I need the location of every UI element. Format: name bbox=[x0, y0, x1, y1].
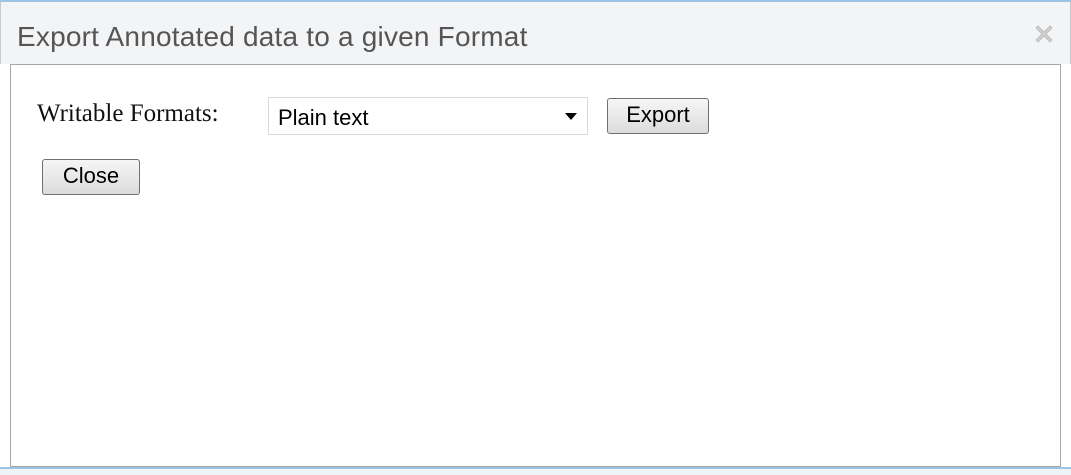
export-button[interactable]: Export bbox=[607, 98, 709, 134]
dialog-title: Export Annotated data to a given Format bbox=[17, 21, 528, 52]
close-button[interactable]: Close bbox=[42, 159, 140, 195]
dialog-content: Writable Formats: Plain text Export Clos… bbox=[10, 64, 1061, 467]
writable-formats-label: Writable Formats: bbox=[37, 100, 219, 127]
chevron-down-icon bbox=[565, 113, 577, 120]
dialog-titlebar: Export Annotated data to a given Format bbox=[0, 0, 1071, 64]
export-dialog: Export Annotated data to a given Format … bbox=[0, 0, 1071, 475]
format-select[interactable]: Plain text bbox=[268, 97, 588, 135]
dialog-bottom-border bbox=[0, 467, 1071, 475]
close-x-icon[interactable] bbox=[1032, 22, 1056, 46]
format-select-value: Plain text bbox=[278, 105, 369, 130]
